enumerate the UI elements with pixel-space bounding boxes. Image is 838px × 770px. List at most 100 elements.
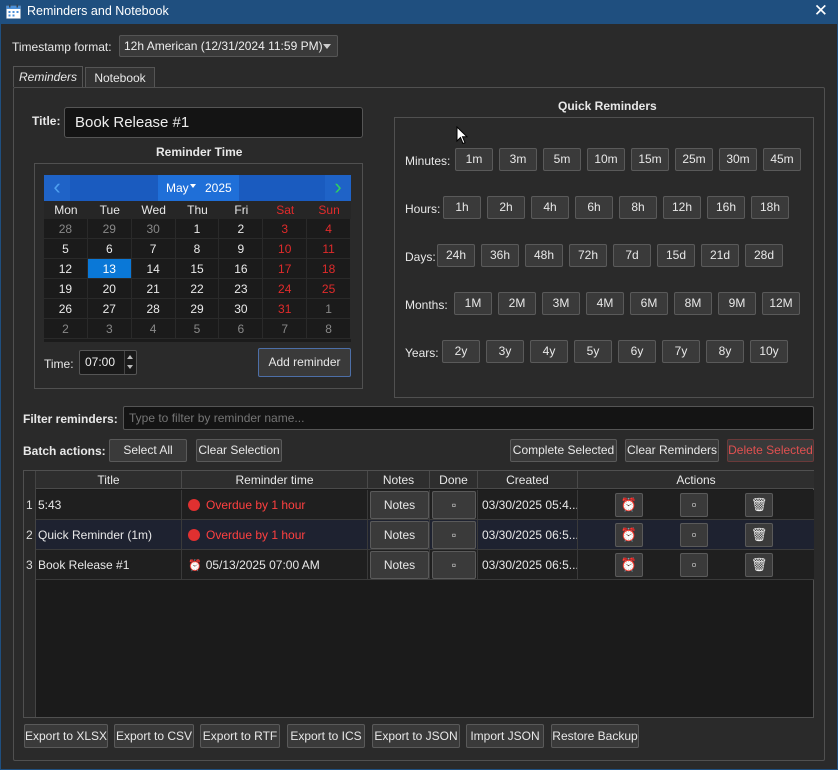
quick-reminder-button[interactable]: 8M (674, 292, 712, 315)
square-icon[interactable]: ▫ (680, 493, 708, 517)
calendar-day[interactable]: 28 (44, 219, 88, 239)
calendar-day[interactable]: 30 (131, 219, 176, 239)
calendar-day[interactable]: 26 (44, 299, 88, 319)
calendar-day[interactable]: 4 (131, 319, 176, 339)
quick-reminder-button[interactable]: 48h (525, 244, 563, 267)
spin-up-icon[interactable] (127, 355, 133, 359)
trash-icon[interactable]: 🗑 (745, 493, 773, 517)
export-rtf-button[interactable]: Export to RTF (200, 724, 280, 748)
import-json-button[interactable]: Import JSON (466, 724, 544, 748)
complete-selected-button[interactable]: Complete Selected (510, 439, 617, 462)
quick-reminder-button[interactable]: 45m (763, 148, 801, 171)
quick-reminder-button[interactable]: 8y (706, 340, 744, 363)
clear-reminders-button[interactable]: Clear Reminders (625, 439, 719, 462)
restore-backup-button[interactable]: Restore Backup (551, 724, 639, 748)
calendar-day[interactable]: 12 (44, 259, 88, 279)
export-json-button[interactable]: Export to JSON (372, 724, 460, 748)
calendar-day[interactable]: 21 (131, 279, 176, 299)
quick-reminder-button[interactable]: 15d (657, 244, 695, 267)
calendar-day[interactable]: 5 (175, 319, 220, 339)
notes-button[interactable]: Notes (370, 551, 429, 579)
quick-reminder-button[interactable]: 6y (618, 340, 656, 363)
quick-reminder-button[interactable]: 10y (750, 340, 788, 363)
done-button[interactable]: ▫ (432, 521, 476, 549)
calendar-day[interactable]: 16 (219, 259, 264, 279)
quick-reminder-button[interactable]: 3m (499, 148, 537, 171)
calendar-day[interactable]: 2 (219, 219, 264, 239)
calendar-day[interactable]: 9 (219, 239, 264, 259)
quick-reminder-button[interactable]: 28d (745, 244, 783, 267)
export-xlsx-button[interactable]: Export to XLSX (24, 724, 108, 748)
calendar-day[interactable]: 1 (307, 299, 352, 319)
month-selector[interactable]: May (166, 181, 189, 195)
calendar-day[interactable]: 8 (307, 319, 352, 339)
quick-reminder-button[interactable]: 1M (454, 292, 492, 315)
col-done-header[interactable]: Done (430, 471, 478, 489)
calendar-day[interactable]: 29 (87, 219, 132, 239)
calendar-day[interactable]: 20 (87, 279, 132, 299)
next-month-button[interactable]: › (325, 175, 351, 201)
calendar-day[interactable]: 13 (87, 259, 132, 279)
calendar-day[interactable]: 19 (44, 279, 88, 299)
alarm-clock-icon[interactable]: ⏰ (615, 493, 643, 517)
notes-button[interactable]: Notes (370, 521, 429, 549)
quick-reminder-button[interactable]: 3M (542, 292, 580, 315)
quick-reminder-button[interactable]: 72h (569, 244, 607, 267)
filter-input[interactable] (123, 406, 814, 430)
cell-reminder-time[interactable]: Overdue by 1 hour (182, 520, 368, 550)
square-icon[interactable]: ▫ (680, 553, 708, 577)
calendar-day[interactable]: 1 (175, 219, 220, 239)
delete-selected-button[interactable]: Delete Selected (727, 439, 814, 462)
quick-reminder-button[interactable]: 18h (751, 196, 789, 219)
trash-icon[interactable]: 🗑 (745, 553, 773, 577)
cell-reminder-time[interactable]: Overdue by 1 hour (182, 490, 368, 520)
quick-reminder-button[interactable]: 6h (575, 196, 613, 219)
calendar-day[interactable]: 5 (44, 239, 88, 259)
quick-reminder-button[interactable]: 7y (662, 340, 700, 363)
quick-reminder-button[interactable]: 2y (442, 340, 480, 363)
calendar-day[interactable]: 15 (175, 259, 220, 279)
calendar-day[interactable]: 10 (263, 239, 308, 259)
calendar[interactable]: ‹ May 2025 › Mon Tue Wed Thu Fri Sat Sun 28 29 3… (44, 175, 352, 342)
quick-reminder-button[interactable]: 15m (631, 148, 669, 171)
calendar-day[interactable]: 11 (307, 239, 352, 259)
tab-reminders[interactable]: Reminders (13, 66, 83, 87)
cell-title[interactable]: Book Release #1 (36, 550, 182, 580)
prev-month-button[interactable]: ‹ (44, 175, 70, 201)
calendar-day[interactable]: 6 (219, 319, 264, 339)
calendar-day[interactable]: 8 (175, 239, 220, 259)
tab-notebook[interactable]: Notebook (85, 67, 155, 88)
calendar-day[interactable]: 3 (87, 319, 132, 339)
alarm-clock-icon[interactable]: ⏰ (615, 553, 643, 577)
quick-reminder-button[interactable]: 6M (630, 292, 668, 315)
col-title-header[interactable]: Title (36, 471, 182, 489)
notes-button[interactable]: Notes (370, 491, 429, 519)
add-reminder-button[interactable]: Add reminder (258, 348, 351, 377)
quick-reminder-button[interactable]: 9M (718, 292, 756, 315)
quick-reminder-button[interactable]: 1h (443, 196, 481, 219)
calendar-day[interactable]: 7 (263, 319, 308, 339)
quick-reminder-button[interactable]: 2h (487, 196, 525, 219)
done-button[interactable]: ▫ (432, 491, 476, 519)
quick-reminder-button[interactable]: 12h (663, 196, 701, 219)
close-icon[interactable]: ✕ (814, 1, 828, 21)
quick-reminder-button[interactable]: 4y (530, 340, 568, 363)
alarm-clock-icon[interactable]: ⏰ (615, 523, 643, 547)
calendar-day[interactable]: 28 (131, 299, 176, 319)
col-actions-header[interactable]: Actions (578, 471, 814, 489)
quick-reminder-button[interactable]: 25m (675, 148, 713, 171)
calendar-day[interactable]: 24 (263, 279, 308, 299)
cell-title[interactable]: Quick Reminder (1m) (36, 520, 182, 550)
quick-reminder-button[interactable]: 4h (531, 196, 569, 219)
export-csv-button[interactable]: Export to CSV (114, 724, 194, 748)
calendar-day[interactable]: 18 (307, 259, 352, 279)
spin-down-icon[interactable] (127, 365, 133, 369)
quick-reminder-button[interactable]: 4M (586, 292, 624, 315)
calendar-day[interactable]: 27 (87, 299, 132, 319)
quick-reminder-button[interactable]: 3y (486, 340, 524, 363)
quick-reminder-button[interactable]: 30m (719, 148, 757, 171)
calendar-day[interactable]: 3 (263, 219, 308, 239)
calendar-day[interactable]: 4 (307, 219, 352, 239)
quick-reminder-button[interactable]: 5y (574, 340, 612, 363)
quick-reminder-button[interactable]: 2M (498, 292, 536, 315)
